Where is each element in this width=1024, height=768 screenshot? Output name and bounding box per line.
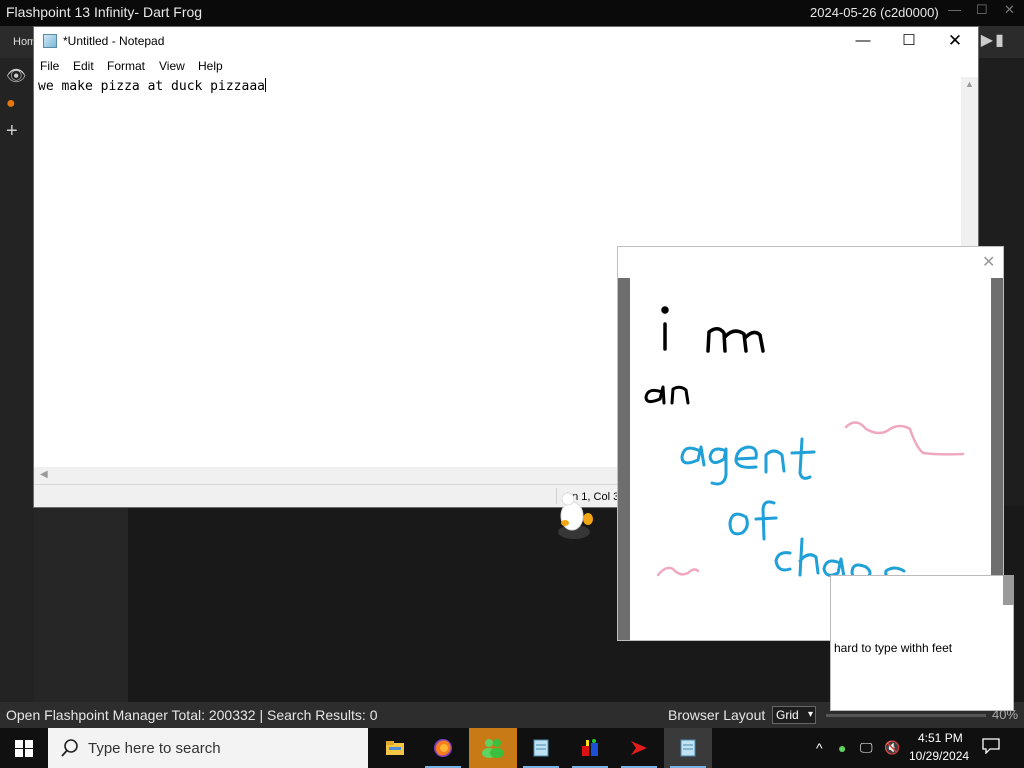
text-of [728, 500, 778, 541]
pumpkin-icon[interactable]: ● [6, 95, 16, 113]
search-icon [61, 739, 78, 757]
people-icon [482, 739, 504, 758]
menu-file[interactable]: File [40, 59, 59, 73]
notepad-icon [680, 739, 696, 757]
flashpoint-titlebar: Flashpoint 13 Infinity- Dart Frog 2024-0… [0, 0, 1024, 26]
taskbar-flashpoint[interactable] [615, 728, 663, 768]
browser-layout-value: Grid [776, 708, 799, 722]
paint-icon [582, 739, 598, 756]
people-tray-icon[interactable]: ● [838, 740, 846, 756]
browser-layout-label: Browser Layout [668, 707, 766, 723]
text-i-m [661, 306, 765, 353]
text-agent [680, 437, 816, 486]
note-text: hard to type withh feet [834, 641, 953, 655]
flashpoint-icon [631, 741, 647, 755]
windows-icon [15, 740, 33, 757]
scroll-up-icon[interactable]: ▲ [965, 79, 974, 89]
taskbar-notepad[interactable] [517, 728, 565, 768]
flashpoint-minimize-button[interactable]: — [948, 2, 961, 17]
scroll-left-icon[interactable]: ◀ [40, 469, 48, 480]
flashpoint-close-button[interactable]: ✕ [1004, 2, 1015, 18]
chevron-down-icon: ▾ [807, 709, 813, 720]
add-icon[interactable]: + [6, 121, 18, 141]
close-button[interactable]: ✕ [932, 27, 978, 57]
menu-format[interactable]: Format [107, 59, 145, 73]
taskbar-file-explorer[interactable] [371, 728, 419, 768]
text-an [644, 385, 690, 405]
flashpoint-sidebar: 👁 ● + [0, 58, 34, 702]
notification-icon[interactable] [982, 738, 1000, 754]
flashpoint-left-panel [34, 506, 128, 702]
pink-squiggle [656, 421, 965, 577]
minimize-button[interactable]: — [840, 27, 886, 57]
eye-icon[interactable]: 👁 [6, 68, 26, 86]
status-summary: Open Flashpoint Manager Total: 200332 | … [6, 707, 378, 723]
folder-icon [386, 741, 404, 755]
menu-view[interactable]: View [159, 59, 185, 73]
flashpoint-version: 2024-05-26 (c2d0000) [810, 5, 939, 20]
speaker-muted-icon[interactable]: 🔇 [884, 740, 900, 756]
notepad-icon [43, 34, 57, 48]
notepad-icon [533, 739, 549, 757]
notepad-text-area[interactable]: we make pizza at duck pizzaaa [38, 78, 266, 94]
flashpoint-title: Flashpoint 13 Infinity- Dart Frog [6, 4, 203, 20]
zoom-slider[interactable] [826, 714, 986, 717]
maximize-button[interactable]: ☐ [886, 27, 932, 57]
flashpoint-home-tab[interactable]: Hom [13, 36, 36, 48]
taskbar: Type here to search ^ ● 🖵 🔇 4:51 PM 10/2… [0, 728, 1024, 768]
taskbar-firefox[interactable] [419, 728, 467, 768]
clock-date[interactable]: 10/29/2024 [909, 749, 969, 763]
clock-time[interactable]: 4:51 PM [918, 731, 963, 745]
note-scrollbar[interactable] [1003, 575, 1014, 605]
flashpoint-maximize-button[interactable]: ☐ [976, 2, 988, 18]
notepad-title: *Untitled - Notepad [63, 34, 165, 48]
taskbar-paint[interactable] [566, 728, 614, 768]
text-caret [264, 78, 266, 92]
show-hidden-icons-chevron-up-icon[interactable]: ^ [816, 740, 823, 756]
network-icon[interactable]: 🖵 [860, 740, 873, 756]
notepad-titlebar[interactable]: *Untitled - Notepad — ☐ ✕ [34, 27, 978, 57]
start-button[interactable] [0, 728, 48, 768]
taskbar-search-box[interactable]: Type here to search [48, 728, 368, 768]
taskbar-people-app[interactable] [469, 728, 517, 768]
firefox-icon [434, 739, 452, 757]
menu-help[interactable]: Help [198, 59, 223, 73]
taskbar-notepad-active[interactable] [664, 728, 712, 768]
menu-edit[interactable]: Edit [73, 59, 94, 73]
sticky-note[interactable]: hard to type withh feet [830, 575, 1014, 711]
browser-layout-select[interactable]: Grid ▾ [772, 706, 816, 724]
notepad-content: we make pizza at duck pizzaaa [38, 79, 265, 94]
search-placeholder: Type here to search [88, 740, 221, 757]
goose-icon[interactable] [554, 490, 598, 542]
notepad-menubar: File Edit Format View Help [34, 57, 978, 77]
